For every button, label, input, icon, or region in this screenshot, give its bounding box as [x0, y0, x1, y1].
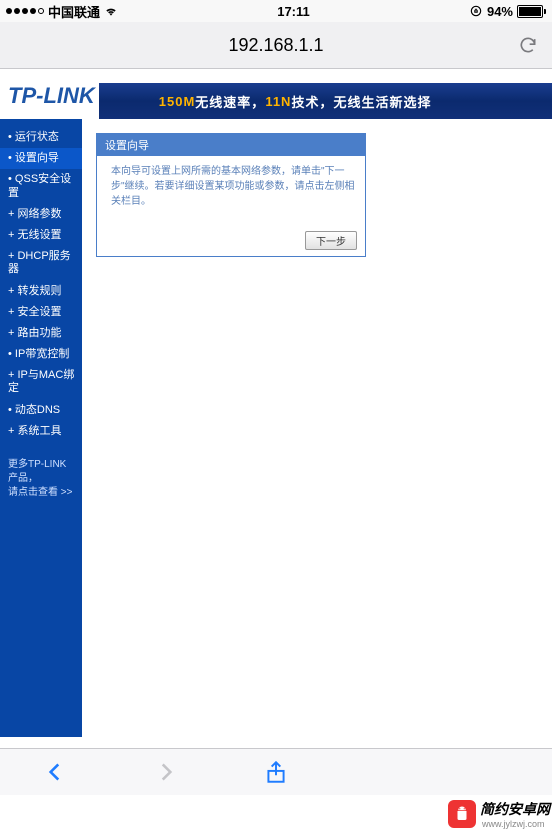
sidebar-item-9[interactable]: IP带宽控制	[0, 344, 82, 365]
sidebar-item-8[interactable]: 路由功能	[0, 323, 82, 344]
sidebar-item-2[interactable]: QSS安全设置	[0, 169, 82, 203]
panel-body-text: 本向导可设置上网所需的基本网络参数，请单击"下一步"继续。若要详细设置某项功能或…	[97, 156, 365, 227]
webview-content: TP-LINK 150M 无线速率， 11N 技术，无线生活新选择 运行状态设置…	[0, 69, 552, 737]
watermark-url: www.jylzwj.com	[482, 819, 550, 829]
sidebar-item-4[interactable]: 无线设置	[0, 225, 82, 246]
rotation-lock-icon	[469, 4, 483, 18]
browser-address-bar[interactable]: 192.168.1.1	[0, 22, 552, 69]
header-banner: 150M 无线速率， 11N 技术，无线生活新选择	[99, 83, 552, 119]
signal-dots-icon	[6, 8, 44, 14]
battery-pct-label: 94%	[487, 4, 513, 19]
sidebar-item-10[interactable]: IP与MAC绑定	[0, 365, 82, 399]
wifi-icon	[104, 4, 118, 18]
battery-icon	[517, 5, 546, 18]
sidebar-item-6[interactable]: 转发规则	[0, 281, 82, 302]
sidebar-item-7[interactable]: 安全设置	[0, 302, 82, 323]
url-label: 192.168.1.1	[228, 35, 323, 56]
site-badge: 简约安卓网 www.jylzwj.com	[448, 799, 550, 829]
sidebar-nav: 运行状态设置向导QSS安全设置网络参数无线设置DHCP服务器转发规则安全设置路由…	[0, 119, 82, 737]
main-content: 设置向导 本向导可设置上网所需的基本网络参数，请单击"下一步"继续。若要详细设置…	[82, 119, 552, 737]
watermark-strip: 简约安卓网 www.jylzwj.com	[0, 795, 552, 833]
panel-title: 设置向导	[97, 134, 365, 156]
back-button[interactable]	[42, 759, 68, 785]
sidebar-item-3[interactable]: 网络参数	[0, 204, 82, 225]
watermark-name: 简约安卓网	[480, 799, 550, 819]
forward-button[interactable]	[153, 759, 179, 785]
android-icon	[448, 800, 476, 828]
router-header: TP-LINK 150M 无线速率， 11N 技术，无线生活新选择	[0, 69, 552, 119]
sidebar-promo[interactable]: 更多TP-LINK产品， 请点击查看 >>	[0, 442, 82, 504]
sidebar-item-11[interactable]: 动态DNS	[0, 400, 82, 421]
sidebar-item-5[interactable]: DHCP服务器	[0, 246, 82, 280]
sidebar-item-12[interactable]: 系统工具	[0, 421, 82, 442]
setup-wizard-panel: 设置向导 本向导可设置上网所需的基本网络参数，请单击"下一步"继续。若要详细设置…	[96, 133, 366, 257]
sidebar-item-1[interactable]: 设置向导	[0, 148, 82, 169]
clock-label: 17:11	[277, 4, 310, 19]
browser-toolbar	[0, 748, 552, 795]
next-step-button[interactable]: 下一步	[305, 231, 357, 250]
carrier-label: 中国联通	[48, 2, 100, 21]
sidebar-item-0[interactable]: 运行状态	[0, 127, 82, 148]
tplink-logo: TP-LINK	[0, 83, 99, 119]
ios-statusbar: 中国联通 17:11 94%	[0, 0, 552, 22]
share-button[interactable]	[263, 759, 289, 785]
reload-icon[interactable]	[518, 35, 538, 55]
